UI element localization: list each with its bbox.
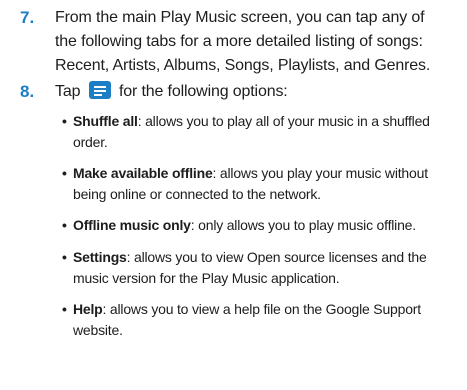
manual-page: 7. From the main Play Music screen, you …	[0, 0, 467, 390]
step-8: 8. Tap for the following options:	[0, 80, 467, 104]
option-description: music version for the Play Music applica…	[73, 270, 340, 286]
list-item: • Shuffle all: allows you to play all of…	[62, 111, 457, 153]
step-number: 7.	[20, 8, 35, 27]
bullet-icon: •	[62, 217, 67, 233]
option-term: Shuffle all	[73, 113, 138, 129]
option-description: : only allows you to play music offline.	[190, 217, 416, 233]
list-item: • Make available offline: allows you pla…	[62, 163, 457, 205]
option-term: Offline music only	[73, 217, 191, 233]
option-description: website.	[73, 322, 123, 338]
step-text-before: Tap	[55, 83, 81, 100]
bullet-icon: •	[62, 165, 67, 181]
option-term: Make available offline	[73, 165, 213, 181]
step-text-line: the following tabs for a more detailed l…	[55, 33, 423, 50]
list-item: • Help: allows you to view a help file o…	[62, 299, 457, 341]
option-term: Settings	[73, 249, 127, 265]
option-description: : allows you to view Open source license…	[126, 249, 427, 265]
option-description: : allows you play your music without	[212, 165, 429, 181]
option-description: : allows you to view a help file on the …	[102, 301, 422, 317]
bullet-icon: •	[62, 249, 67, 265]
step-text-line: From the main Play Music screen, you can…	[55, 9, 425, 26]
list-item: • Offline music only: only allows you to…	[62, 215, 457, 236]
option-term: Help	[73, 301, 103, 317]
step-text-line: Recent, Artists, Albums, Songs, Playlist…	[55, 57, 431, 74]
step-text: From the main Play Music screen, you can…	[55, 6, 467, 78]
step-number: 8.	[20, 82, 35, 101]
bullet-icon: •	[62, 301, 67, 317]
step-text: Tap for the following options:	[55, 80, 467, 104]
step-text-after: for the following options:	[118, 83, 288, 100]
option-description: being online or connected to the network…	[73, 186, 321, 202]
list-item: • Settings: allows you to view Open sour…	[62, 247, 457, 289]
bullet-icon: •	[62, 113, 67, 129]
step-7: 7. From the main Play Music screen, you …	[0, 6, 467, 78]
menu-icon	[88, 81, 111, 99]
option-description: order.	[73, 134, 108, 150]
option-description: : allows you to play all of your music i…	[137, 113, 430, 129]
